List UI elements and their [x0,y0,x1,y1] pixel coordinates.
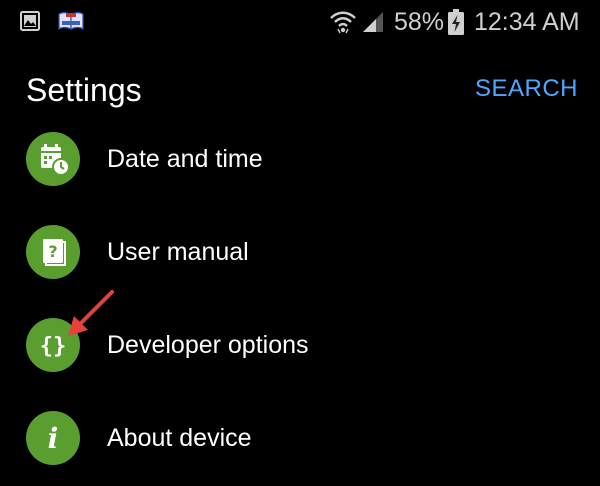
search-button[interactable]: SEARCH [475,73,578,105]
signal-strength-icon [363,12,383,32]
svg-text:?: ? [48,242,57,261]
settings-screen: 58% 12:34 AM Settings SEARCH Date and ti… [2,2,598,484]
svg-text:i: i [48,422,59,455]
settings-item-user-manual[interactable]: ? User manual [2,205,598,298]
settings-item-label: User manual [107,238,249,266]
battery-charging-icon [448,9,464,35]
settings-list: Date and time ? User manual {} Developer… [2,112,598,484]
status-bar: 58% 12:34 AM [2,2,598,42]
battery-percentage: 58% [394,8,445,36]
gallery-icon [20,11,40,31]
user-manual-notification-icon [58,12,84,31]
wifi-icon [330,11,356,34]
status-clock: 12:34 AM [474,8,580,36]
settings-item-developer-options[interactable]: {} Developer options [2,298,598,391]
svg-text:{}: {} [40,334,67,359]
settings-item-about-device[interactable]: i About device [2,391,598,484]
calendar-clock-icon [26,132,80,186]
settings-item-label: Developer options [107,331,309,359]
settings-item-date-and-time[interactable]: Date and time [2,112,598,205]
curly-braces-icon: {} [26,318,80,372]
info-icon: i [26,411,80,465]
page-title: Settings [26,72,142,108]
help-book-icon: ? [26,225,80,279]
settings-item-label: About device [107,424,252,452]
settings-item-label: Date and time [107,145,263,173]
